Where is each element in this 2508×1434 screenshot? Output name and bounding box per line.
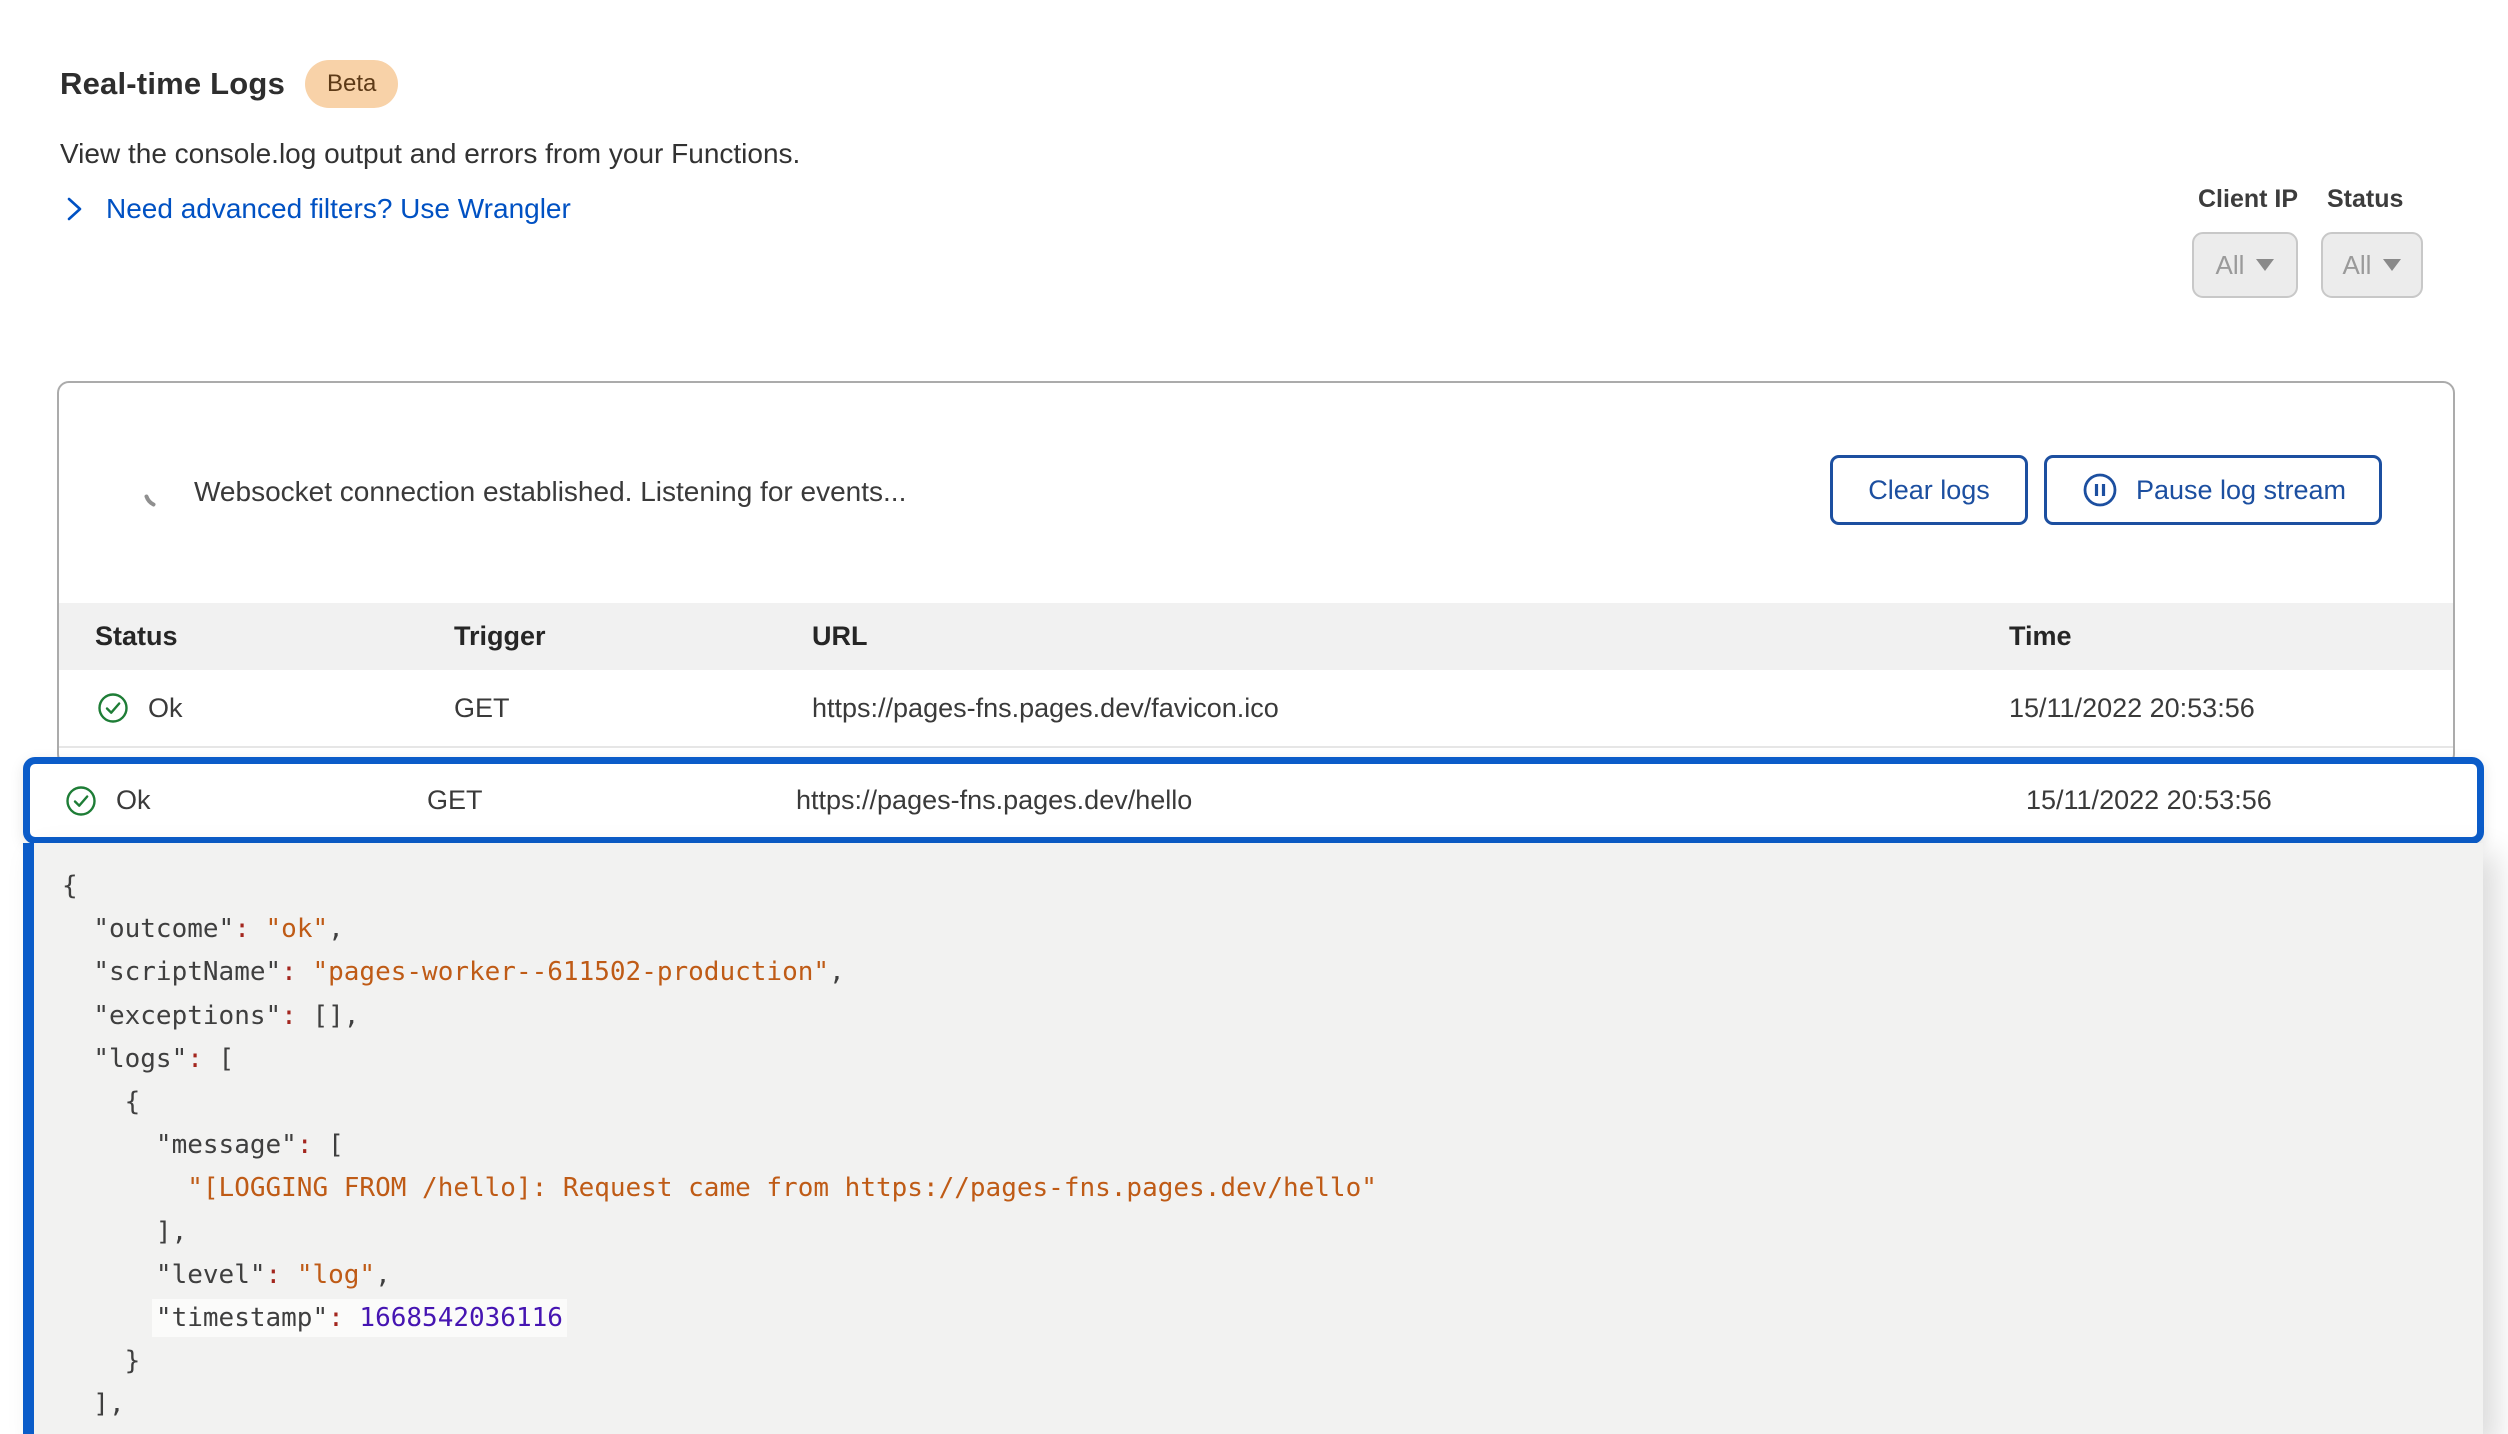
connection-status-text: Websocket connection established. Listen… [194,476,906,508]
client-ip-value: All [2216,250,2245,281]
pause-icon [2080,470,2120,510]
beta-badge: Beta [305,60,398,108]
caret-down-icon [2383,259,2401,271]
status-filter-label: Status [2327,185,2423,214]
row-time: 15/11/2022 20:53:56 [2009,693,2453,724]
chevron-right-icon [62,193,86,225]
col-url: URL [812,621,2009,652]
status-filter: Status All [2321,185,2423,298]
row-status: Ok [116,785,151,816]
row-status: Ok [148,693,183,724]
row-url: https://pages-fns.pages.dev/hello [796,785,2026,816]
row-trigger: GET [454,693,812,724]
col-status: Status [95,621,454,652]
status-dropdown[interactable]: All [2321,232,2423,298]
client-ip-filter: Client IP All [2192,185,2298,298]
caret-down-icon [2256,259,2274,271]
pause-log-stream-button[interactable]: Pause log stream [2044,455,2382,525]
table-header: Status Trigger URL Time [59,603,2453,670]
status-filter-value: All [2343,250,2372,281]
check-circle-icon [95,690,131,726]
row-url: https://pages-fns.pages.dev/favicon.ico [812,693,2009,724]
page-subtitle: View the console.log output and errors f… [60,138,800,170]
check-circle-icon [63,783,99,819]
client-ip-dropdown[interactable]: All [2192,232,2298,298]
logs-card: Websocket connection established. Listen… [57,381,2455,766]
spinner-icon [142,475,176,509]
col-trigger: Trigger [454,621,812,652]
expanded-log-entry: Ok GET https://pages-fns.pages.dev/hello… [23,757,2484,1434]
page-title: Real-time Logs [60,66,285,102]
col-time: Time [2009,621,2453,652]
clear-logs-button[interactable]: Clear logs [1830,455,2028,525]
connection-status: Websocket connection established. Listen… [142,475,906,509]
page-header: Real-time Logs Beta [60,60,398,108]
row-trigger: GET [427,785,796,816]
log-row-selected[interactable]: Ok GET https://pages-fns.pages.dev/hello… [23,757,2484,844]
row-time: 15/11/2022 20:53:56 [2026,785,2477,816]
log-detail-json: { "outcome": "ok", "scriptName": "pages-… [62,865,2483,1427]
log-detail-panel: { "outcome": "ok", "scriptName": "pages-… [23,843,2483,1434]
wrangler-link[interactable]: Need advanced filters? Use Wrangler [62,193,571,225]
client-ip-label: Client IP [2198,185,2298,214]
realtime-logs-page: Real-time Logs Beta View the console.log… [0,0,2508,1434]
wrangler-link-label: Need advanced filters? Use Wrangler [106,193,571,225]
log-row[interactable]: Ok GET https://pages-fns.pages.dev/favic… [59,670,2453,748]
